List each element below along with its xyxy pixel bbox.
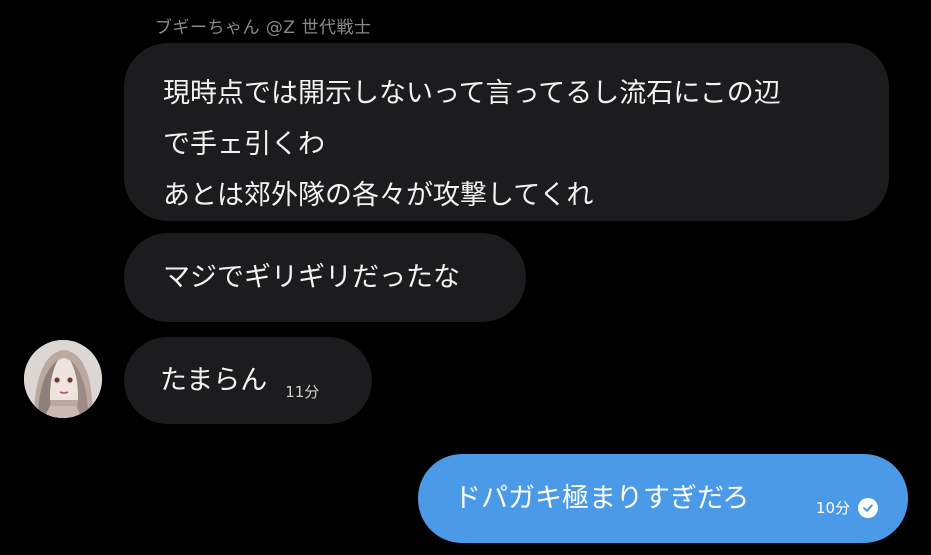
message-line: マジでギリギリだったな [163,262,460,293]
message-time: 10分 [815,499,850,517]
message-meta: 10分 [816,498,878,518]
avatar[interactable] [24,340,102,418]
read-check-icon [858,498,878,518]
message-line: で手ェ引くわ [163,129,325,160]
chat-screen: ブギーちゃん @Z 世代戦士 現時点では開示しないって言ってるし流石にこの辺 で… [0,0,931,555]
sender-name[interactable]: ブギーちゃん @Z 世代戦士 [155,13,371,38]
message-time: 11分 [285,383,320,401]
message-bubble-outgoing[interactable]: ドパガキ極まりすぎだろ 10分 [418,454,908,543]
avatar-image [24,340,102,418]
message-bubble-incoming[interactable]: マジでギリギリだったな [124,233,526,322]
message-line: あとは郊外隊の各々が攻撃してくれ [163,180,594,211]
message-line: 現時点では開示しないって言ってるし流石にこの辺 [163,78,781,109]
message-bubble-incoming[interactable]: たまらん 11分 [124,337,372,424]
message-text: ドパガキ極まりすぎだろ [454,483,750,514]
message-bubble-incoming[interactable]: 現時点では開示しないって言ってるし流石にこの辺 で手ェ引くわ あとは郊外隊の各々… [124,43,889,221]
message-text: たまらん [160,365,268,396]
